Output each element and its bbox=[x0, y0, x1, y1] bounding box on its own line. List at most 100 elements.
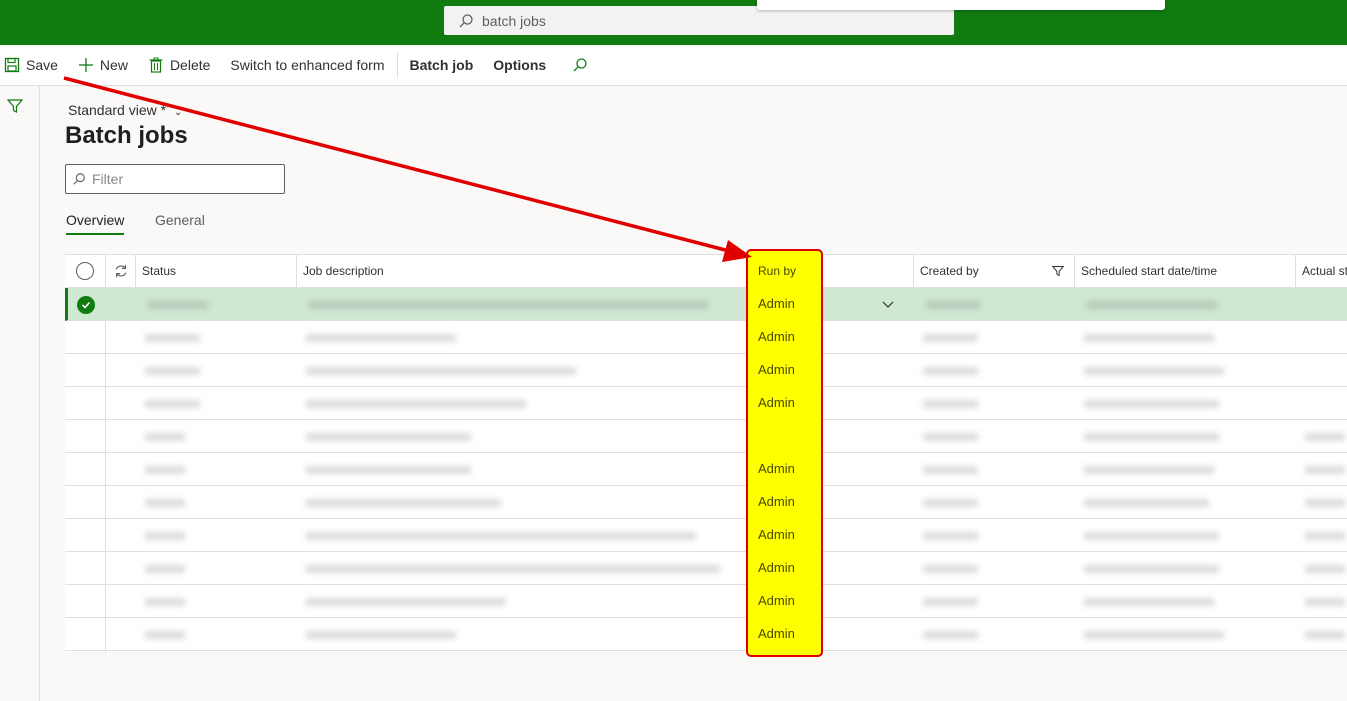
table-row[interactable] bbox=[65, 354, 1347, 387]
scheduled-cell-redacted bbox=[1078, 354, 1278, 387]
dropdown-popup-edge bbox=[757, 0, 1165, 10]
status-cell-redacted bbox=[139, 519, 289, 552]
new-button[interactable]: New bbox=[68, 45, 138, 85]
filter-icon bbox=[1052, 266, 1064, 277]
column-header-created-by[interactable]: Created by bbox=[914, 255, 1075, 288]
actual-cell-redacted bbox=[1299, 453, 1347, 486]
created-by-cell-redacted bbox=[917, 420, 1067, 453]
run-by-cell[interactable]: Admin bbox=[758, 296, 795, 311]
description-cell-redacted bbox=[300, 618, 720, 651]
page-title: Batch jobs bbox=[65, 122, 188, 149]
filter-input[interactable]: Filter bbox=[65, 164, 285, 194]
delete-button[interactable]: Delete bbox=[138, 45, 220, 85]
table-row[interactable] bbox=[65, 519, 1347, 552]
table-row[interactable] bbox=[65, 288, 1347, 321]
job-description-header-label: Job description bbox=[303, 264, 384, 278]
status-cell-redacted bbox=[142, 288, 292, 321]
table-row[interactable] bbox=[65, 585, 1347, 618]
refresh-header[interactable] bbox=[106, 255, 136, 288]
switch-enhanced-form-button[interactable]: Switch to enhanced form bbox=[220, 45, 394, 85]
scheduled-cell-redacted bbox=[1078, 486, 1278, 519]
table-row[interactable] bbox=[65, 552, 1347, 585]
save-button[interactable]: Save bbox=[0, 45, 68, 85]
options-tab[interactable]: Options bbox=[483, 45, 556, 85]
view-selector[interactable]: Standard view * ⌄ bbox=[68, 102, 182, 118]
plus-icon bbox=[78, 58, 93, 72]
filter-placeholder: Filter bbox=[92, 171, 124, 187]
scheduled-cell-redacted bbox=[1078, 552, 1278, 585]
scheduled-cell-redacted bbox=[1081, 288, 1281, 321]
column-header-scheduled-start[interactable]: Scheduled start date/time bbox=[1075, 255, 1296, 288]
row-selected-marker[interactable] bbox=[75, 288, 113, 321]
actual-cell-redacted bbox=[1299, 618, 1347, 651]
search-icon bbox=[573, 58, 587, 72]
batch-job-label: Batch job bbox=[409, 57, 474, 73]
action-search-button[interactable] bbox=[556, 45, 604, 85]
run-by-cell[interactable]: Admin bbox=[758, 494, 795, 509]
scheduled-cell-redacted bbox=[1078, 585, 1278, 618]
status-cell-redacted bbox=[139, 453, 289, 486]
status-cell-redacted bbox=[139, 618, 289, 651]
created-by-cell-redacted bbox=[917, 519, 1067, 552]
save-icon bbox=[4, 57, 20, 73]
run-by-cell[interactable]: Admin bbox=[758, 395, 795, 410]
scheduled-cell-redacted bbox=[1078, 618, 1278, 651]
description-cell-redacted bbox=[300, 354, 720, 387]
table-row[interactable] bbox=[65, 321, 1347, 354]
created-by-cell-redacted bbox=[917, 552, 1067, 585]
run-by-cell[interactable]: Admin bbox=[758, 461, 795, 476]
column-header-status[interactable]: Status bbox=[136, 255, 297, 288]
chevron-down-icon[interactable] bbox=[876, 288, 906, 321]
column-header-actual-start[interactable]: Actual st bbox=[1296, 255, 1347, 288]
status-cell-redacted bbox=[139, 354, 289, 387]
created-by-cell-redacted bbox=[920, 288, 1070, 321]
action-pane: Save New Delete Switch to enhanced form … bbox=[0, 45, 1347, 86]
view-selector-label: Standard view * bbox=[68, 102, 167, 118]
run-by-cell[interactable]: Admin bbox=[758, 527, 795, 542]
status-cell-redacted bbox=[139, 420, 289, 453]
new-label: New bbox=[99, 57, 128, 73]
batch-job-tab[interactable]: Batch job bbox=[400, 45, 484, 85]
run-by-cell[interactable]: Admin bbox=[758, 626, 795, 641]
trash-icon bbox=[149, 57, 163, 73]
run-by-header-highlighted: Run by bbox=[758, 264, 797, 278]
table-row[interactable] bbox=[65, 486, 1347, 519]
table-row[interactable] bbox=[65, 618, 1347, 651]
delete-label: Delete bbox=[169, 57, 211, 73]
created-by-cell-redacted bbox=[917, 453, 1067, 486]
chevron-down-icon: ⌄ bbox=[173, 107, 183, 118]
batch-jobs-grid: Status Job description Run by Created by… bbox=[65, 254, 1347, 653]
run-by-cell[interactable]: Admin bbox=[758, 560, 795, 575]
description-cell-redacted bbox=[300, 453, 720, 486]
run-by-cell[interactable]: Admin bbox=[758, 329, 795, 344]
run-by-cell[interactable]: Admin bbox=[758, 593, 795, 608]
actual-cell-redacted bbox=[1299, 585, 1347, 618]
tab-general[interactable]: General bbox=[155, 212, 205, 228]
tab-overview[interactable]: Overview bbox=[66, 212, 124, 228]
created-by-cell-redacted bbox=[917, 486, 1067, 519]
created-by-cell-redacted bbox=[917, 585, 1067, 618]
table-row[interactable] bbox=[65, 453, 1347, 486]
global-search-text: batch jobs bbox=[482, 12, 546, 29]
run-by-cell[interactable]: Admin bbox=[758, 362, 795, 377]
global-search-box[interactable]: batch jobs bbox=[444, 6, 954, 35]
refresh-icon bbox=[115, 264, 127, 278]
created-by-header-label: Created by bbox=[920, 264, 979, 278]
filter-pane-icon[interactable] bbox=[7, 98, 23, 114]
status-cell-redacted bbox=[139, 321, 289, 354]
scheduled-cell-redacted bbox=[1078, 519, 1278, 552]
created-by-cell-redacted bbox=[917, 618, 1067, 651]
scheduled-cell-redacted bbox=[1078, 387, 1278, 420]
options-label: Options bbox=[493, 57, 547, 73]
created-by-cell-redacted bbox=[917, 321, 1067, 354]
save-label: Save bbox=[26, 57, 58, 73]
description-cell-redacted bbox=[300, 321, 720, 354]
scheduled-cell-redacted bbox=[1078, 420, 1278, 453]
actual-header-label: Actual st bbox=[1302, 264, 1347, 278]
status-cell-redacted bbox=[139, 486, 289, 519]
table-row[interactable] bbox=[65, 387, 1347, 420]
column-header-job-description[interactable]: Job description bbox=[297, 255, 749, 288]
switch-enhanced-form-label: Switch to enhanced form bbox=[230, 57, 385, 73]
description-cell-redacted bbox=[300, 552, 720, 585]
table-row[interactable] bbox=[65, 420, 1347, 453]
